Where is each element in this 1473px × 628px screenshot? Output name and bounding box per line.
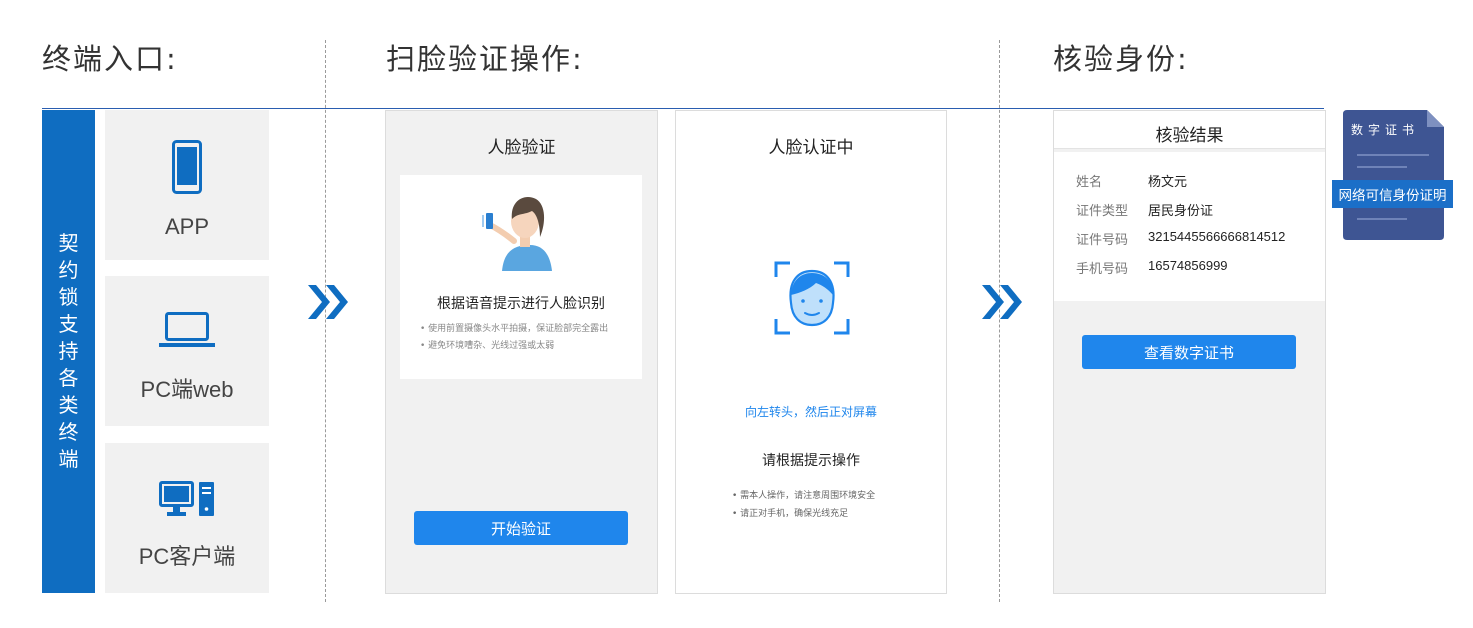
face-auth-tip-text: 请正对手机，确保光线充足 — [740, 509, 849, 519]
double-chevron-right-icon — [308, 285, 348, 319]
face-scan-frame-icon — [774, 261, 850, 335]
field-label-name: 姓名 — [1076, 175, 1103, 190]
verify-result-panel: 核验结果 姓名 杨文元 证件类型 居民身份证 证件号码 321544556666… — [1053, 110, 1326, 594]
terminal-label-app: APP — [164, 214, 210, 239]
face-auth-title: 人脸认证中 — [768, 138, 854, 158]
face-verify-tip: • 避免环境嘈杂、光线过强或太弱 — [420, 341, 555, 351]
field-value-name: 杨文元 — [1148, 174, 1188, 189]
double-chevron-right-icon — [982, 285, 1022, 319]
laptop-icon — [159, 312, 215, 347]
certificate-title: 数字证书 — [1350, 123, 1419, 137]
heading-identity: 核验身份: — [1053, 42, 1189, 76]
face-auth-prompt: 向左转头，然后正对屏幕 — [744, 405, 877, 419]
view-certificate-button[interactable]: 查看数字证书 — [1082, 335, 1296, 369]
field-value-phone: 16574856999 — [1148, 258, 1228, 273]
field-label-id-number: 证件号码 — [1076, 233, 1129, 248]
face-verify-instruction: 根据语音提示进行人脸识别 — [437, 296, 605, 312]
face-auth-tip-text: 需本人操作，请注意周围环境安全 — [740, 491, 876, 501]
face-verify-card: 根据语音提示进行人脸识别 • 使用前置摄像头水平拍摄，保证脸部完全露出 • 避免… — [400, 175, 642, 379]
result-fields: 姓名 杨文元 证件类型 居民身份证 证件号码 32154455666668145… — [1054, 152, 1325, 301]
mobile-phone-icon — [172, 140, 202, 194]
sidebar-label: 契约锁支持各类终端 — [58, 231, 79, 471]
terminal-card-web[interactable]: PC端web — [105, 276, 269, 426]
terminal-card-client[interactable]: PC客户端 — [105, 443, 269, 593]
face-verify-panel: 人脸验证 根据语音提示进行人脸识别 • 使用前置摄像头水平拍摄，保证脸部完全露出… — [385, 110, 658, 594]
person-selfie-illustration — [482, 197, 552, 271]
terminal-card-app[interactable]: APP — [105, 110, 269, 260]
desktop-computer-icon — [159, 481, 214, 516]
digital-certificate[interactable]: 数字证书 — [1343, 110, 1445, 240]
face-verify-tip: • 使用前置摄像头水平拍摄，保证脸部完全露出 — [420, 324, 609, 334]
heading-terminals: 终端入口: — [42, 42, 178, 76]
field-value-id-type: 居民身份证 — [1148, 203, 1214, 218]
face-verify-tip-text: 使用前置摄像头水平拍摄，保证脸部完全露出 — [428, 324, 609, 334]
face-auth-tip: • 需本人操作，请注意周围环境安全 — [732, 491, 876, 501]
heading-face-verify: 扫脸验证操作: — [386, 42, 584, 76]
terminal-label-web: PC端web — [140, 377, 234, 402]
field-label-phone: 手机号码 — [1076, 262, 1129, 277]
certificate-banner: 网络可信身份证明 — [1332, 180, 1453, 208]
result-header: 核验结果 — [1054, 111, 1325, 149]
face-verify-title: 人脸验证 — [487, 138, 556, 158]
terminal-label-client: PC客户端 — [138, 544, 236, 569]
top-divider — [42, 108, 1324, 109]
face-verify-tip-text: 避免环境嘈杂、光线过强或太弱 — [428, 341, 555, 351]
result-title: 核验结果 — [1155, 126, 1224, 146]
terminal-sidebar: 契约锁支持各类终端 — [42, 110, 95, 593]
field-label-id-type: 证件类型 — [1076, 204, 1129, 219]
face-auth-tip: • 请正对手机，确保光线充足 — [732, 509, 849, 519]
start-verify-button[interactable]: 开始验证 — [414, 511, 628, 545]
field-value-id-number: 3215445566666814512 — [1148, 229, 1286, 244]
face-auth-instruction: 请根据提示操作 — [762, 453, 860, 469]
face-auth-panel: 人脸认证中 向左转头，然后正对屏幕 请根据提示操作 • 需本人操作，请注意周围环… — [675, 110, 947, 594]
